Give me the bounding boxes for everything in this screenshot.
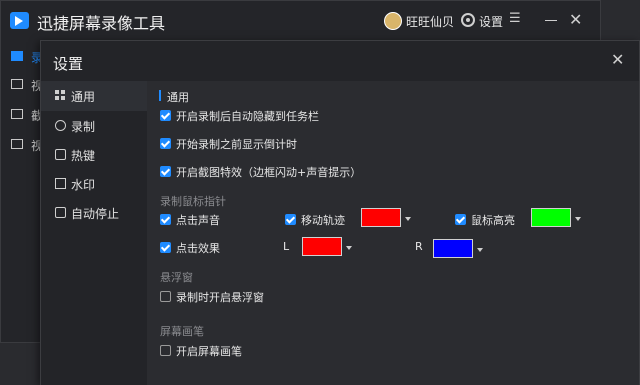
option-label: 鼠标高亮	[471, 214, 515, 227]
sidebar-item-watermark[interactable]: 水印	[41, 169, 147, 199]
checkbox-auto-hide[interactable]	[160, 110, 171, 121]
checkbox-countdown[interactable]	[160, 138, 171, 149]
avatar[interactable]	[384, 12, 402, 30]
crop-icon	[11, 109, 23, 119]
gear-icon[interactable]	[461, 13, 475, 27]
option-label: 移动轨迹	[301, 214, 345, 227]
chevron-down-icon[interactable]	[575, 217, 581, 221]
username[interactable]: 旺旺仙贝	[406, 13, 454, 30]
menu-icon[interactable]: ☰	[509, 12, 521, 25]
record-circle-icon	[55, 120, 66, 131]
option-label: 开启屏幕画笔	[176, 345, 242, 358]
app-title: 迅捷屏幕录像工具	[37, 14, 166, 33]
sidebar-item-auto-stop[interactable]: 自动停止	[41, 198, 147, 228]
nav-item-screenshot[interactable]: 截	[11, 107, 43, 127]
dialog-close-icon[interactable]: ✕	[611, 51, 624, 69]
video-list-icon	[11, 79, 23, 89]
video-camera-icon	[11, 51, 23, 61]
checkbox-screenshot-effect[interactable]	[160, 166, 171, 177]
color-picker-mouse-highlight[interactable]	[531, 208, 571, 227]
chevron-down-icon[interactable]	[477, 248, 483, 252]
checkbox-mouse-highlight[interactable]	[455, 214, 466, 225]
right-click-label: R	[415, 240, 423, 253]
sidebar-item-label: 自动停止	[71, 207, 120, 221]
app-logo-icon	[10, 12, 29, 29]
color-picker-move-trail[interactable]	[361, 208, 401, 227]
checkbox-screen-pen[interactable]	[160, 345, 171, 356]
close-icon[interactable]: ✕	[569, 11, 582, 29]
checkbox-click-sound[interactable]	[160, 214, 171, 225]
nav-item-record[interactable]: 录	[11, 49, 43, 69]
group-label-screen-pen: 屏幕画笔	[160, 325, 204, 338]
pause-icon	[55, 207, 66, 218]
color-picker-right-click[interactable]	[433, 239, 473, 258]
option-label: 开始录制之前显示倒计时	[176, 138, 297, 151]
group-label-floating-window: 悬浮窗	[160, 271, 193, 284]
settings-content: 通用 开启录制后自动隐藏到任务栏 开始录制之前显示倒计时 开启截图特效（边框闪动…	[147, 81, 639, 385]
checkbox-move-trail[interactable]	[285, 214, 296, 225]
option-label: 点击声音	[176, 214, 220, 227]
section-title-general: 通用	[167, 91, 189, 104]
settings-sidebar: 通用 录制 热键 水印 自动停止	[41, 81, 147, 385]
settings-dialog: 设置 ✕ 通用 录制 热键 水印 自动停止 通用 开启录制后自动隐藏到任务栏 开…	[40, 40, 640, 385]
sidebar-item-label: 水印	[71, 178, 96, 192]
sidebar-item-label: 录制	[71, 120, 96, 134]
option-label: 开启截图特效（边框闪动+声音提示）	[176, 166, 362, 179]
minimize-icon[interactable]	[545, 20, 557, 21]
keyboard-icon	[55, 149, 66, 160]
sidebar-item-hotkeys[interactable]: 热键	[41, 140, 147, 170]
sidebar-item-label: 通用	[71, 90, 96, 104]
chevron-down-icon[interactable]	[346, 246, 352, 250]
left-click-label: L	[283, 240, 290, 253]
grid-icon	[55, 90, 66, 101]
settings-button[interactable]: 设置	[479, 13, 503, 30]
settings-icon	[11, 139, 23, 149]
option-label: 点击效果	[176, 242, 220, 255]
title-bar: 迅捷屏幕录像工具 旺旺仙贝 设置 ☰ ✕	[1, 1, 600, 41]
nav-item-video[interactable]: 视	[11, 77, 43, 97]
option-label: 录制时开启悬浮窗	[176, 291, 264, 304]
nav-item-video-tools[interactable]: 视	[11, 137, 43, 157]
dialog-title: 设置	[53, 55, 84, 73]
dialog-body: 通用 录制 热键 水印 自动停止 通用 开启录制后自动隐藏到任务栏 开始录制之前…	[41, 81, 639, 385]
sidebar-item-label: 热键	[71, 149, 96, 163]
chevron-down-icon[interactable]	[405, 217, 411, 221]
checkbox-floating-window[interactable]	[160, 291, 171, 302]
group-label-mouse-pointer: 录制鼠标指针	[160, 195, 226, 208]
checkbox-click-effect[interactable]	[160, 242, 171, 253]
option-label: 开启录制后自动隐藏到任务栏	[176, 110, 319, 123]
sidebar-item-record[interactable]: 录制	[41, 111, 147, 141]
color-picker-left-click[interactable]	[302, 237, 342, 256]
section-accent-bar	[159, 90, 161, 101]
sidebar-item-general[interactable]: 通用	[41, 81, 147, 111]
watermark-icon	[55, 178, 66, 189]
